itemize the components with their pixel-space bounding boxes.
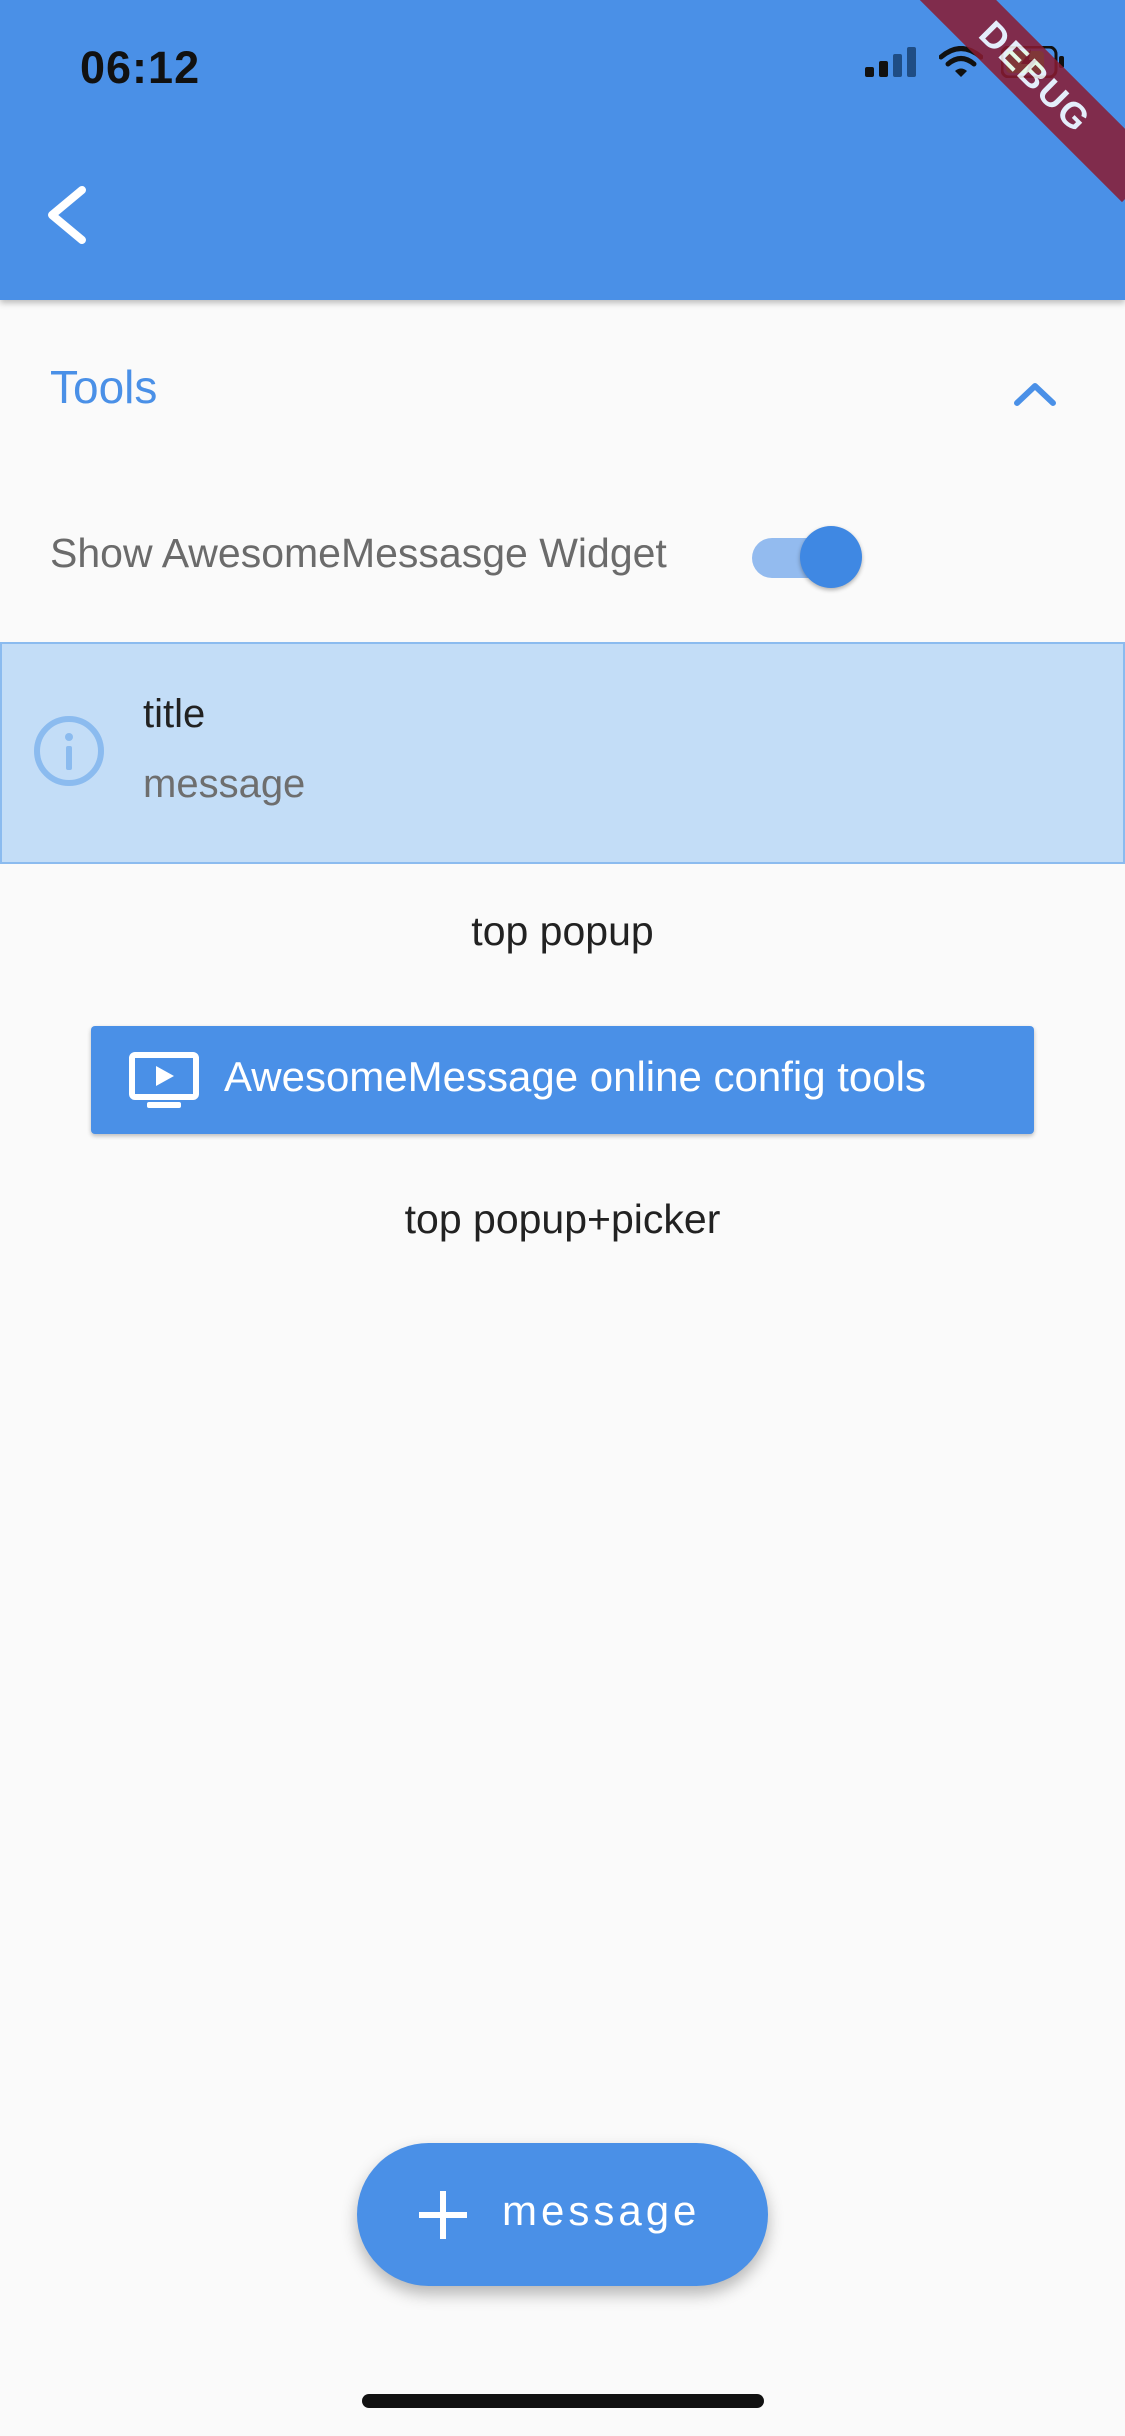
chevron-left-icon (48, 186, 86, 244)
switch-thumb (800, 526, 862, 588)
message-title: title (143, 692, 206, 736)
awesome-message-preview[interactable]: title message (0, 642, 1125, 864)
online-config-tools-label: AwesomeMessage online config tools (224, 1053, 926, 1100)
online-config-tools-button[interactable]: AwesomeMessage online config tools (91, 1026, 1034, 1134)
monitor-play-icon (129, 1052, 199, 1108)
app-bar: 06:12 (0, 0, 1125, 300)
fab-label: message (502, 2187, 701, 2234)
message-text: message (143, 762, 306, 806)
tools-expansion-header[interactable]: Tools (0, 340, 1125, 440)
add-message-fab[interactable]: message (357, 2143, 768, 2286)
back-button[interactable] (30, 170, 110, 260)
top-popup-button[interactable]: top popup (0, 908, 1125, 955)
top-popup-picker-button[interactable]: top popup+picker (0, 1196, 1125, 1243)
tools-title: Tools (50, 361, 158, 413)
show-widget-row: Show AwesomeMessasge Widget (0, 520, 1125, 590)
status-time: 06:12 (80, 42, 201, 93)
home-indicator[interactable] (362, 2394, 764, 2408)
info-outline-icon (34, 716, 104, 786)
plus-icon (419, 2191, 467, 2239)
show-widget-label: Show AwesomeMessasge Widget (50, 530, 667, 576)
signal-icon (865, 47, 916, 77)
chevron-up-icon (1014, 383, 1056, 406)
